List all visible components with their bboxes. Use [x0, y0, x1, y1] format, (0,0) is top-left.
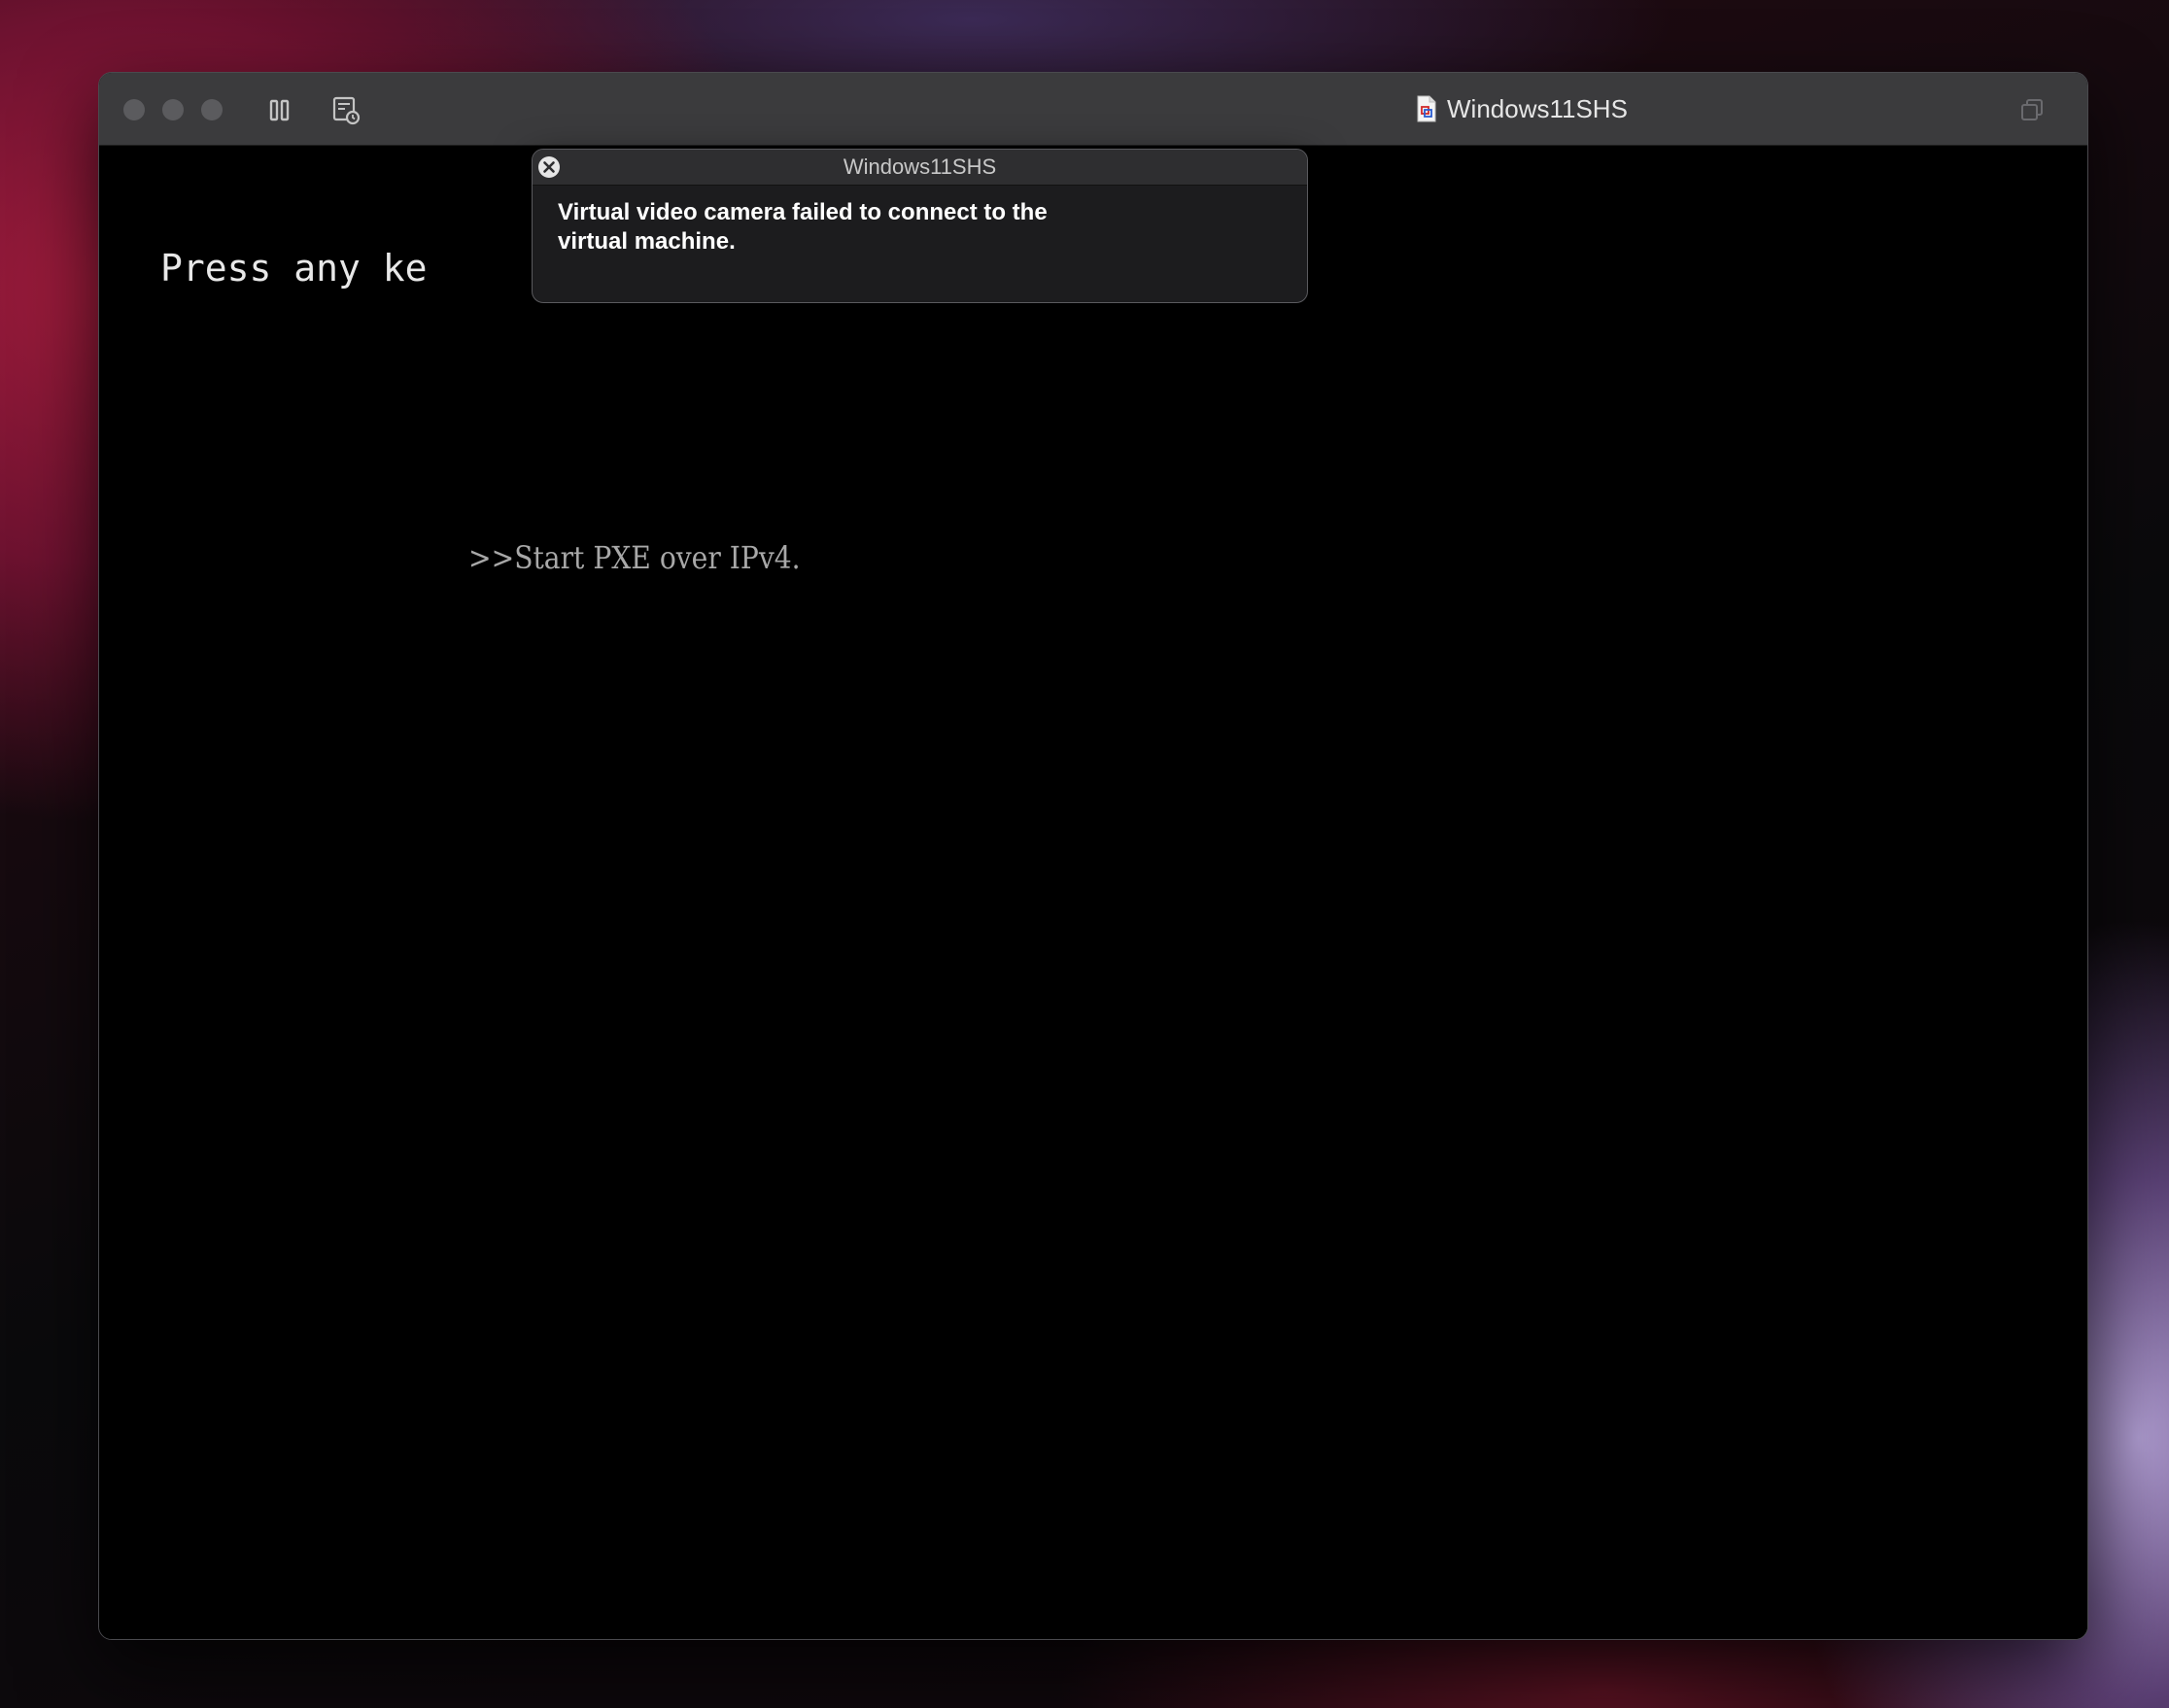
notification-header: Windows11SHS	[533, 150, 1307, 186]
restore-window-icon[interactable]	[2018, 96, 2046, 123]
vm-window: Windows11SHS Press any ke >>Start PXE ov…	[98, 72, 2088, 1640]
window-minimize-button[interactable]	[162, 99, 184, 120]
window-zoom-button[interactable]	[201, 99, 223, 120]
boot-prompt-text: Press any ke	[160, 247, 428, 290]
close-circle-icon[interactable]	[536, 154, 562, 180]
window-title: Windows11SHS	[1447, 93, 1628, 123]
vm-display[interactable]: Press any ke >>Start PXE over IPv4.	[99, 146, 2087, 1639]
pause-icon[interactable]	[262, 92, 297, 127]
notification-panel: Windows11SHS Virtual video camera failed…	[532, 149, 1308, 303]
pxe-boot-text: >>Start PXE over IPv4.	[468, 539, 801, 576]
window-title-area: Windows11SHS	[1416, 90, 1628, 127]
snapshot-icon[interactable]	[328, 92, 363, 127]
window-close-button[interactable]	[123, 99, 145, 120]
notification-message: Virtual video camera failed to connect t…	[558, 199, 1048, 255]
notification-title: Windows11SHS	[843, 154, 997, 179]
vm-document-icon	[1416, 95, 1437, 122]
window-titlebar[interactable]: Windows11SHS	[99, 73, 2087, 146]
